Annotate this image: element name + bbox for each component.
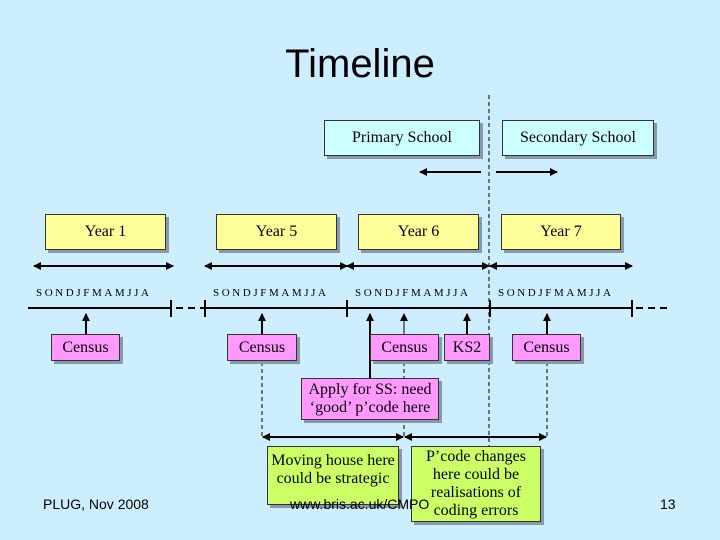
apply-line-1: Apply for SS: need (308, 381, 432, 398)
ks2-label: KS2 (452, 338, 482, 356)
pcode-changes-note: P’code changes here could be realisation… (411, 446, 541, 522)
census-label: Census (62, 338, 109, 356)
census-label: Census (381, 338, 428, 356)
apply-line-2: ‘good’ p’code here (309, 399, 431, 416)
pcode-line-4: coding errors (433, 502, 519, 519)
census-label: Census (523, 338, 570, 356)
pcode-line-2: here could be (432, 466, 520, 483)
moving-line-2: could be strategic (276, 470, 390, 487)
ks2-box: KS2 (444, 334, 490, 361)
apply-for-ss-box: Apply for SS: need ‘good’ p’code here (301, 378, 439, 420)
page-number: 13 (660, 496, 676, 512)
census-box-year-1: Census (51, 334, 120, 361)
footer-url[interactable]: www.bris.ac.uk/CMPO (290, 496, 429, 512)
census-box-year-7: Census (512, 334, 581, 361)
timeline-axis (28, 300, 633, 317)
census-label: Census (238, 338, 286, 356)
pcode-line-3: realisations of (430, 484, 522, 501)
census-box-year-5: Census (227, 334, 297, 361)
footer-left: PLUG, Nov 2008 (43, 496, 149, 512)
pcode-line-1: P’code changes (426, 448, 526, 465)
census-box-year-6: Census (370, 334, 439, 361)
moving-line-1: Moving house here (271, 452, 395, 469)
